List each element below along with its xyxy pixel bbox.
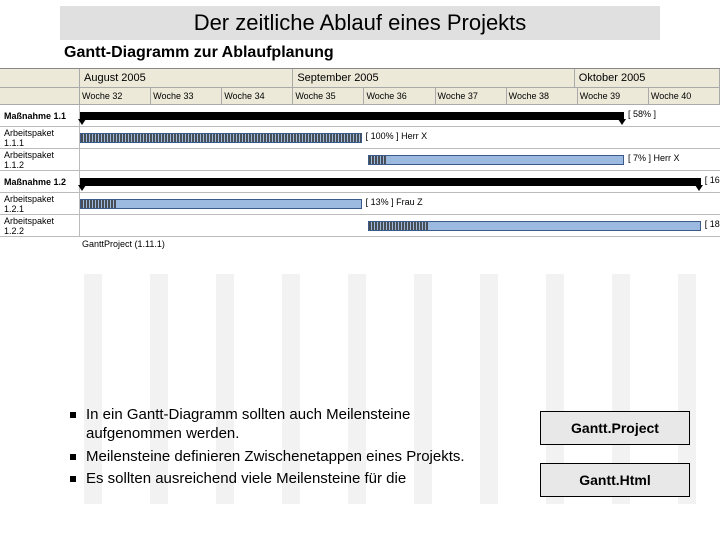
week-header: Woche 36: [364, 88, 435, 104]
task-label: Arbeitspaket 1.2.1: [0, 193, 80, 214]
task-bar-area: [ 7% ] Herr X: [80, 149, 720, 170]
gantt-row: Arbeitspaket 1.1.1 [ 100% ] Herr X: [0, 127, 720, 149]
month-header: September 2005: [293, 69, 574, 87]
week-header: Woche 35: [293, 88, 364, 104]
week-header: Woche 34: [222, 88, 293, 104]
week-header: Woche 38: [507, 88, 578, 104]
summary-bar: [80, 178, 701, 186]
task-bar-area: [ 18% ] Fra: [80, 215, 720, 236]
month-header-row: August 2005September 2005Oktober 2005: [0, 69, 720, 88]
page-title: Der zeitliche Ablauf eines Projekts: [60, 6, 660, 40]
week-header-row: Woche 32Woche 33Woche 34Woche 35Woche 36…: [0, 88, 720, 105]
task-label: Arbeitspaket 1.1.2: [0, 149, 80, 170]
week-header: Woche 39: [578, 88, 649, 104]
summary-bar: [80, 112, 624, 120]
gantt-chart: August 2005September 2005Oktober 2005 Wo…: [0, 68, 720, 237]
task-bar: [80, 133, 362, 143]
bar-caption: [ 13% ] Frau Z: [366, 197, 423, 207]
task-bar: [368, 221, 701, 231]
task-bar-area: [ 100% ] Herr X: [80, 127, 720, 148]
task-bar-area: [ 13% ] Frau Z: [80, 193, 720, 214]
gantt-row: Maßnahme 1.2 [ 16% ]: [0, 171, 720, 193]
bullet-item: Meilensteine definieren Zwischenetappen …: [70, 448, 510, 467]
bullet-item: Es sollten ausreichend viele Meilenstein…: [70, 470, 510, 489]
task-label: Maßnahme 1.1: [0, 105, 80, 126]
month-header: Oktober 2005: [575, 69, 720, 87]
task-label: Arbeitspaket 1.1.1: [0, 127, 80, 148]
week-header: Woche 32: [80, 88, 151, 104]
gantt-row: Maßnahme 1.1 [ 58% ]: [0, 105, 720, 127]
external-link-button[interactable]: Gantt.Html: [540, 463, 690, 497]
gantt-row: Arbeitspaket 1.2.1 [ 13% ] Frau Z: [0, 193, 720, 215]
gantt-row: Arbeitspaket 1.2.2 [ 18% ] Fra: [0, 215, 720, 237]
gantt-row: Arbeitspaket 1.1.2 [ 7% ] Herr X: [0, 149, 720, 171]
gantt-footer: GanttProject (1.11.1): [0, 237, 720, 249]
bullet-item: In ein Gantt-Diagramm sollten auch Meile…: [70, 406, 510, 444]
side-links: Gantt.Project Gantt.Html: [540, 411, 690, 515]
task-label: Maßnahme 1.2: [0, 171, 80, 192]
task-bar: [80, 199, 362, 209]
task-label: Arbeitspaket 1.2.2: [0, 215, 80, 236]
month-header: August 2005: [80, 69, 293, 87]
task-bar-area: [ 58% ]: [80, 105, 720, 126]
bar-caption: [ 18% ] Fra: [705, 219, 720, 229]
task-bar-area: [ 16% ]: [80, 171, 720, 192]
bar-caption: [ 7% ] Herr X: [628, 153, 680, 163]
bar-caption: [ 100% ] Herr X: [366, 131, 428, 141]
week-header: Woche 37: [436, 88, 507, 104]
week-header: Woche 33: [151, 88, 222, 104]
subtitle: Gantt-Diagramm zur Ablaufplanung: [64, 44, 720, 62]
task-bar: [368, 155, 624, 165]
bullet-list: In ein Gantt-Diagramm sollten auch Meile…: [70, 406, 510, 493]
external-link-button[interactable]: Gantt.Project: [540, 411, 690, 445]
bar-caption: [ 16% ]: [705, 175, 720, 185]
bar-caption: [ 58% ]: [628, 109, 656, 119]
week-header: Woche 40: [649, 88, 720, 104]
